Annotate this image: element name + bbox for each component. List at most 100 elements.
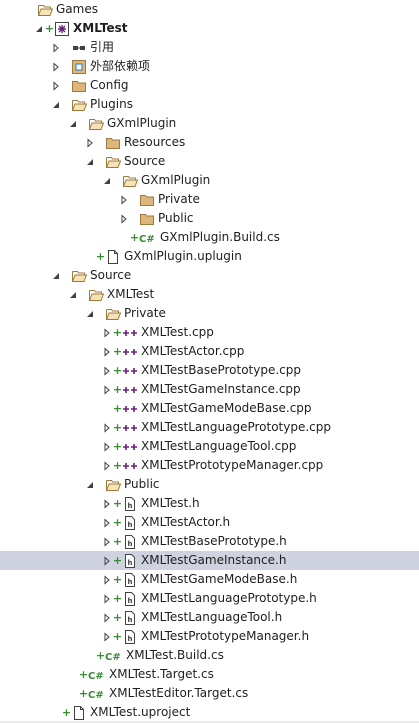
svg-text:h: h: [128, 559, 133, 567]
tree-row-file-xmltestprototypemanager-cpp[interactable]: + XMLTestPrototypeManager.cpp: [0, 456, 419, 475]
collapse-arrow-icon[interactable]: [67, 285, 79, 304]
tree-row-file-xmltesteditor-target-cs[interactable]: + C# XMLTestEditor.Target.cs: [0, 684, 419, 703]
expand-arrow-icon[interactable]: [101, 627, 113, 646]
tree-item-label: XMLTest.uproject: [90, 705, 191, 719]
tree-row-project-xmltest[interactable]: + XMLTest: [0, 19, 419, 38]
pending-add-icon: +: [112, 554, 123, 567]
tree-row-file-xmltest-h[interactable]: + h XMLTest.h: [0, 494, 419, 513]
tree-row-file-xmltest-target-cs[interactable]: + C# XMLTest.Target.cs: [0, 665, 419, 684]
tree-row-file-xmltest-cpp[interactable]: + XMLTest.cpp: [0, 323, 419, 342]
expand-arrow-icon[interactable]: [50, 57, 62, 76]
tree-row-folder-plugin-source[interactable]: Source: [0, 152, 419, 171]
collapse-arrow-icon[interactable]: [84, 475, 96, 494]
tree-row-file-xmltestgamemodebase-h[interactable]: + h XMLTestGameModeBase.h: [0, 570, 419, 589]
tree-item-label: Private: [158, 192, 200, 206]
tree-row-file-xmltestgameinstance-h[interactable]: + h XMLTestGameInstance.h: [0, 551, 419, 570]
tree-row-file-xmltestactor-cpp[interactable]: + XMLTestActor.cpp: [0, 342, 419, 361]
tree-item-label: GXmlPlugin: [141, 173, 211, 187]
header-file-icon: h: [122, 553, 138, 569]
folder-open-icon: [71, 268, 87, 284]
tree-row-folder-gxmlplugin[interactable]: GXmlPlugin: [0, 114, 419, 133]
pending-add-icon: +: [112, 573, 123, 586]
pending-add-icon: +: [78, 668, 89, 681]
tree-row-file-gxmlplugin-build-cs[interactable]: + C# GXmlPlugin.Build.cs: [0, 228, 419, 247]
expand-arrow-icon[interactable]: [101, 551, 113, 570]
tree-row-folder-private[interactable]: Private: [0, 304, 419, 323]
expand-arrow-icon[interactable]: [118, 190, 130, 209]
tree-row-folder-plugin-private[interactable]: Private: [0, 190, 419, 209]
folder-open-icon: [105, 306, 121, 322]
collapse-arrow-icon[interactable]: [50, 95, 62, 114]
collapse-arrow-icon[interactable]: [84, 152, 96, 171]
tree-row-folder-config[interactable]: Config: [0, 76, 419, 95]
expand-arrow-icon[interactable]: [101, 380, 113, 399]
tree-row-external-dependencies-node[interactable]: 外部依赖项: [0, 57, 419, 76]
expand-arrow-icon[interactable]: [50, 38, 62, 57]
csharp-file-icon: C#: [88, 686, 106, 702]
expand-arrow-icon[interactable]: [50, 76, 62, 95]
pending-add-icon: +: [112, 535, 123, 548]
expand-arrow-icon[interactable]: [101, 437, 113, 456]
tree-item-label: Public: [124, 477, 160, 491]
tree-row-folder-source[interactable]: Source: [0, 266, 419, 285]
expand-arrow-icon[interactable]: [101, 589, 113, 608]
pending-add-icon: +: [78, 687, 89, 700]
expand-arrow-icon[interactable]: [84, 133, 96, 152]
tree-row-folder-public[interactable]: Public: [0, 475, 419, 494]
tree-row-file-xmltestlanguagetool-h[interactable]: + h XMLTestLanguageTool.h: [0, 608, 419, 627]
expand-arrow-icon[interactable]: [101, 532, 113, 551]
tree-item-label: 外部依赖项: [90, 59, 151, 73]
tree-row-file-xmltestbaseprototype-cpp[interactable]: + XMLTestBasePrototype.cpp: [0, 361, 419, 380]
header-file-icon: h: [122, 496, 138, 512]
folder-open-icon: [105, 154, 121, 170]
external-deps-icon: [71, 59, 87, 75]
tree-row-folder-xmltest[interactable]: XMLTest: [0, 285, 419, 304]
tree-row-file-xmltestactor-h[interactable]: + h XMLTestActor.h: [0, 513, 419, 532]
tree-row-folder-games[interactable]: Games: [0, 0, 419, 19]
svg-text:C#: C#: [88, 671, 104, 682]
collapse-arrow-icon[interactable]: [50, 266, 62, 285]
expand-arrow-icon[interactable]: [101, 570, 113, 589]
expand-arrow-icon[interactable]: [101, 323, 113, 342]
tree-row-folder-plugin-public[interactable]: Public: [0, 209, 419, 228]
plain-file-icon: [105, 249, 121, 265]
folder-icon: [105, 135, 121, 151]
tree-row-file-xmltestprototypemanager-h[interactable]: + h XMLTestPrototypeManager.h: [0, 627, 419, 646]
collapse-arrow-icon[interactable]: [33, 19, 45, 38]
expand-arrow-icon[interactable]: [101, 456, 113, 475]
tree-row-file-xmltestgameinstance-cpp[interactable]: + XMLTestGameInstance.cpp: [0, 380, 419, 399]
tree-row-references-node[interactable]: 引用: [0, 38, 419, 57]
tree-row-file-xmltestlanguageprototype-h[interactable]: + h XMLTestLanguagePrototype.h: [0, 589, 419, 608]
tree-item-label: Public: [158, 211, 194, 225]
expand-arrow-icon[interactable]: [101, 418, 113, 437]
tree-row-file-xmltestlanguagetool-cpp[interactable]: + XMLTestLanguageTool.cpp: [0, 437, 419, 456]
folder-icon: [139, 192, 155, 208]
expand-arrow-icon[interactable]: [101, 608, 113, 627]
pending-add-icon: +: [44, 22, 55, 35]
expand-arrow-icon[interactable]: [101, 494, 113, 513]
tree-item-label: XMLTestLanguagePrototype.cpp: [141, 420, 331, 434]
header-file-icon: h: [122, 591, 138, 607]
expand-arrow-icon[interactable]: [101, 513, 113, 532]
pending-add-icon: +: [112, 611, 123, 624]
tree-row-file-xmltestbaseprototype-h[interactable]: + h XMLTestBasePrototype.h: [0, 532, 419, 551]
tree-row-file-gxmlplugin-uplugin[interactable]: + GXmlPlugin.uplugin: [0, 247, 419, 266]
tree-row-file-xmltest-uproject[interactable]: + XMLTest.uproject: [0, 703, 419, 722]
collapse-arrow-icon[interactable]: [67, 114, 79, 133]
tree-row-file-xmltest-build-cs[interactable]: + C# XMLTest.Build.cs: [0, 646, 419, 665]
tree-row-folder-resources[interactable]: Resources: [0, 133, 419, 152]
expand-arrow-icon[interactable]: [101, 361, 113, 380]
tree-row-file-xmltestlanguageprototype-cpp[interactable]: + XMLTestLanguagePrototype.cpp: [0, 418, 419, 437]
collapse-arrow-icon[interactable]: [101, 171, 113, 190]
cpp-file-icon: [122, 439, 138, 455]
collapse-arrow-icon[interactable]: [84, 304, 96, 323]
tree-row-file-xmltestgamemodebase-cpp[interactable]: + XMLTestGameModeBase.cpp: [0, 399, 419, 418]
expand-arrow-icon[interactable]: [101, 342, 113, 361]
plain-file-icon: [71, 705, 87, 721]
tree-row-folder-plugins[interactable]: Plugins: [0, 95, 419, 114]
tree-item-label: XMLTestBasePrototype.cpp: [141, 363, 301, 377]
expand-arrow-icon[interactable]: [118, 209, 130, 228]
tree-row-folder-gxmlplugin-src[interactable]: GXmlPlugin: [0, 171, 419, 190]
